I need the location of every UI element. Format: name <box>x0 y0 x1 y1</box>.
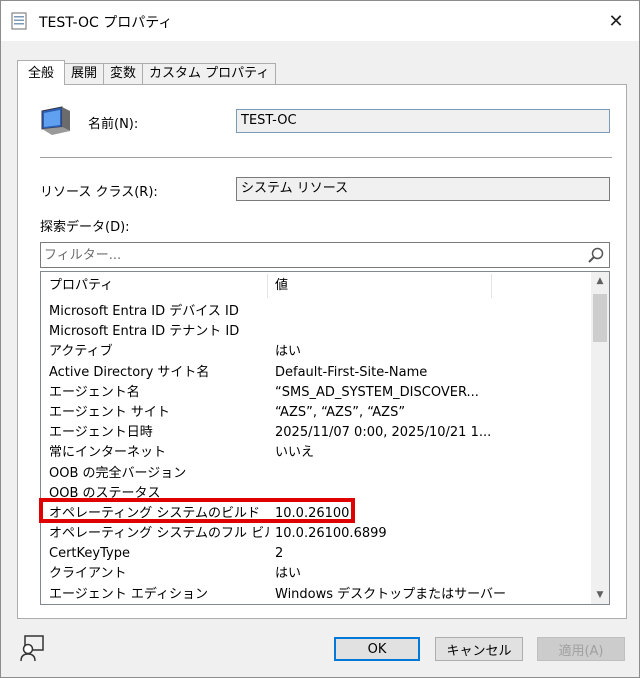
property-name: アクティブ <box>49 344 113 360</box>
table-row[interactable]: エージェント エディション Windows デスクトップまたはサーバー <box>41 585 591 604</box>
discovery-data-grid: プロパティ 値 Microsoft Entra ID デバイス ID Micros… <box>40 271 610 605</box>
column-divider[interactable] <box>491 274 492 298</box>
property-name: Active Directory サイト名 <box>49 364 210 380</box>
discovery-data-label: 探索データ(D): <box>40 220 130 235</box>
table-row[interactable]: Active Directory サイト名 Default-First-Site-… <box>41 363 591 383</box>
property-name: OOB の完全バージョン <box>49 465 187 481</box>
name-label: 名前(N): <box>88 117 139 132</box>
property-name: オペレーティング システムのフル ビル... <box>49 526 269 542</box>
grid-header: プロパティ 値 <box>41 272 591 300</box>
scroll-up-icon[interactable]: ▲ <box>591 272 609 290</box>
property-value: はい <box>275 566 302 582</box>
property-name: クライアント <box>49 566 127 582</box>
tab-general[interactable]: 全般 <box>17 60 66 85</box>
property-name: エージェント エディション <box>49 586 208 602</box>
properties-icon <box>11 12 27 30</box>
table-row[interactable]: Microsoft Entra ID デバイス ID <box>41 302 591 322</box>
property-name: CertKeyType <box>49 546 130 562</box>
apply-button[interactable]: 適用(A) <box>537 637 625 661</box>
close-button[interactable]: ✕ <box>593 1 639 41</box>
table-row[interactable]: エージェント サイト “AZS”, “AZS”, “AZS” <box>41 403 591 423</box>
property-value: 10.0.26100 <box>275 505 350 521</box>
property-value: いいえ <box>275 445 315 461</box>
property-name: エージェント名 <box>49 384 140 400</box>
column-header-property[interactable]: プロパティ <box>41 272 267 300</box>
tab-variables[interactable]: 変数 <box>103 63 144 85</box>
resource-class-field[interactable]: システム リソース <box>236 177 610 201</box>
table-row[interactable]: アクティブ はい <box>41 342 591 362</box>
property-name: Microsoft Entra ID デバイス ID <box>49 304 239 319</box>
cancel-button[interactable]: キャンセル <box>435 637 523 661</box>
property-value: “SMS_AD_SYSTEM_DISCOVER... <box>275 384 479 400</box>
search-icon[interactable] <box>587 246 605 264</box>
title-bar: TEST-OC プロパティ ✕ <box>1 1 639 41</box>
table-row[interactable]: Microsoft Entra ID テナント ID <box>41 322 591 342</box>
table-row[interactable]: CertKeyType 2 <box>41 544 591 564</box>
computer-icon <box>41 106 70 135</box>
property-name: Microsoft Entra ID テナント ID <box>49 324 240 340</box>
property-name: オペレーティング システムのビルド <box>49 505 260 521</box>
grid-rows: Microsoft Entra ID デバイス ID Microsoft Entr… <box>41 302 591 604</box>
property-value: Default-First-Site-Name <box>275 364 428 380</box>
table-row[interactable]: エージェント日時 2025/11/07 0:00, 2025/10/21 1... <box>41 423 591 443</box>
column-header-value[interactable]: 値 <box>267 272 491 300</box>
property-value: 10.0.26100.6899 <box>275 526 387 542</box>
tab-strip: 全般 展開 変数 カスタム プロパティ <box>17 60 277 85</box>
property-value: はい <box>275 344 302 360</box>
separator <box>40 157 612 158</box>
table-row[interactable]: オペレーティング システムのフル ビル... 10.0.26100.6899 <box>41 524 591 544</box>
ok-button[interactable]: OK <box>334 637 420 661</box>
resource-class-label: リソース クラス(R): <box>40 185 158 200</box>
tab-deployment[interactable]: 展開 <box>64 63 105 85</box>
user-help-icon[interactable] <box>19 635 45 663</box>
table-row[interactable]: エージェント名 “SMS_AD_SYSTEM_DISCOVER... <box>41 383 591 403</box>
properties-dialog: TEST-OC プロパティ ✕ 全般 展開 変数 カスタム プロパティ 名前(N… <box>0 0 640 678</box>
vertical-scrollbar[interactable]: ▲ ▼ <box>591 272 609 604</box>
filter-input[interactable] <box>41 243 581 267</box>
table-row[interactable]: クライアント はい <box>41 564 591 584</box>
scroll-thumb[interactable] <box>593 294 607 342</box>
name-field[interactable]: TEST-OC <box>236 109 610 133</box>
property-name: OOB のステータス <box>49 485 161 501</box>
general-panel: 名前(N): TEST-OC リソース クラス(R): システム リソース 探索… <box>17 84 627 619</box>
scroll-down-icon[interactable]: ▼ <box>591 586 609 604</box>
property-value: 2 <box>275 546 284 562</box>
table-row[interactable]: 常にインターネット いいえ <box>41 443 591 463</box>
table-row[interactable]: OOB の完全バージョン <box>41 464 591 484</box>
filter-box <box>40 242 610 268</box>
tab-custom-properties[interactable]: カスタム プロパティ <box>142 63 277 85</box>
window-title: TEST-OC プロパティ <box>39 15 173 31</box>
property-value: 2025/11/07 0:00, 2025/10/21 1... <box>275 425 492 441</box>
property-name: エージェント サイト <box>49 404 170 420</box>
property-name: エージェント日時 <box>49 425 153 441</box>
table-row[interactable]: OOB のステータス <box>41 484 591 504</box>
property-value: “AZS”, “AZS”, “AZS” <box>275 404 406 420</box>
property-name: 常にインターネット <box>49 445 167 461</box>
property-value: Windows デスクトップまたはサーバー <box>275 586 507 602</box>
close-icon: ✕ <box>608 10 624 32</box>
table-row[interactable]: オペレーティング システムのビルド 10.0.26100 <box>41 504 591 524</box>
